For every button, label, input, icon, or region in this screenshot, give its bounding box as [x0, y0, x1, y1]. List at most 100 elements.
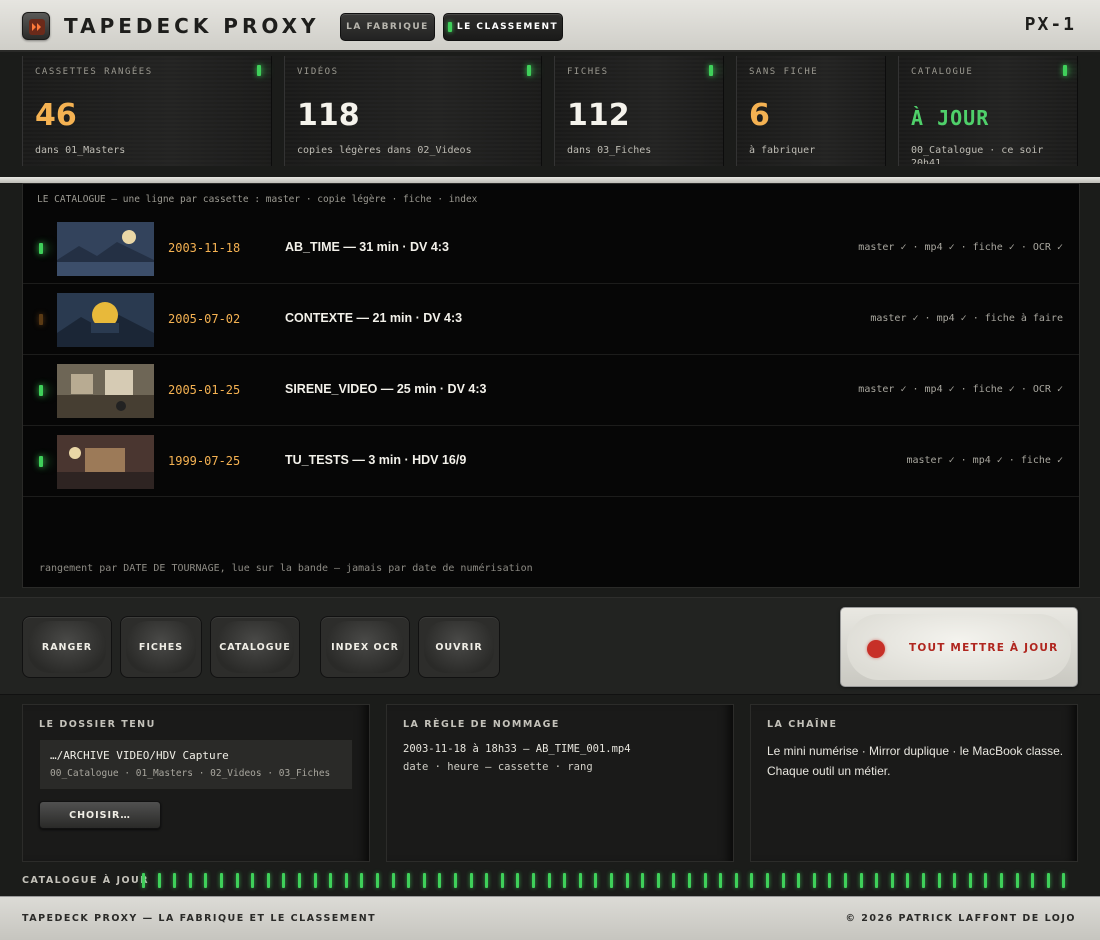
meter-segment: [173, 873, 177, 888]
meter-segment: [750, 873, 754, 888]
update-all-button[interactable]: TOUT METTRE À JOUR: [840, 607, 1078, 687]
meter-segment: [766, 873, 769, 888]
meter-segment: [204, 873, 208, 888]
button-label: RANGER: [28, 621, 106, 673]
meter-segment: [890, 873, 894, 888]
stat-card-sans-fiche: SANS FICHE 6 à fabriquer: [736, 56, 886, 166]
meter-segment: [984, 873, 988, 888]
folder-path: …/ARCHIVE VIDEO/HDV Capture: [50, 749, 229, 762]
panel-title: LE DOSSIER TENU: [39, 719, 156, 730]
chain-description: Le mini numérise · Mirror duplique · le …: [767, 744, 1064, 778]
row-status: master ✓ · mp4 ✓ · fiche ✓: [906, 455, 1063, 466]
catalogue-row[interactable]: 1999-07-25 TU_TESTS — 3 min · HDV 16/9 m…: [23, 426, 1079, 497]
stat-value: 6: [749, 98, 770, 133]
row-date: 1999-07-25: [168, 454, 241, 468]
meter-segment: [422, 873, 426, 888]
meter-segment: [1031, 873, 1035, 888]
level-meter: [142, 873, 1082, 888]
stat-card-catalogue: CATALOGUE À JOUR 00_Catalogue · ce soir …: [898, 56, 1078, 166]
button-label: OUVRIR: [424, 621, 494, 673]
stat-label: FICHES: [567, 67, 609, 77]
button-bar: RANGER FICHES CATALOGUE INDEX OCR OUVRIR…: [0, 597, 1100, 695]
row-title: AB_TIME — 31 min · DV 4:3: [285, 240, 449, 254]
meter-segment: [360, 873, 364, 888]
meter-segment: [235, 873, 239, 888]
meter-segment: [344, 873, 348, 888]
meter-segment: [391, 873, 395, 888]
row-title: CONTEXTE — 21 min · DV 4:3: [285, 311, 463, 325]
stat-label: VIDÉOS: [297, 67, 339, 77]
record-dot-icon: [867, 640, 885, 658]
catalogue-panel: LE CATALOGUE — une ligne par cassette : …: [22, 183, 1080, 588]
meter-segment: [953, 873, 957, 888]
thumbnail: [57, 435, 154, 489]
meter-segment: [188, 873, 192, 888]
meter-segment: [1000, 873, 1003, 888]
meter-segment: [812, 873, 816, 888]
status-led-icon: [39, 385, 43, 396]
led-icon: [257, 65, 261, 76]
catalogue-button[interactable]: CATALOGUE: [210, 616, 300, 678]
row-status: master ✓ · mp4 ✓ · fiche à faire: [870, 313, 1063, 324]
folder-subfolders: 00_Catalogue · 01_Masters · 02_Videos · …: [50, 768, 331, 779]
meter-segment: [1015, 873, 1019, 888]
app-logo: [22, 12, 50, 40]
meter-segment: [922, 873, 925, 888]
meter-segment: [251, 873, 255, 888]
meter-segment: [968, 873, 972, 888]
meter-segment: [859, 873, 863, 888]
meter-segment: [906, 873, 910, 888]
meter-segment: [500, 873, 504, 888]
stat-value: 112: [567, 98, 630, 133]
row-status: master ✓ · mp4 ✓ · fiche ✓ · OCR ✓: [858, 384, 1063, 395]
button-label: TOUT METTRE À JOUR: [909, 642, 1059, 654]
tab-le-classement[interactable]: LE CLASSEMENT: [443, 13, 563, 41]
stat-value: 46: [35, 98, 77, 133]
row-title: SIRENE_VIDEO — 25 min · DV 4:3: [285, 382, 487, 396]
led-icon: [709, 65, 713, 76]
tab-label: LE CLASSEMENT: [456, 22, 559, 32]
fiches-button[interactable]: FICHES: [120, 616, 202, 678]
stat-sub: dans 03_Fiches: [567, 145, 652, 156]
folder-path-box: …/ARCHIVE VIDEO/HDV Capture 00_Catalogue…: [39, 739, 353, 790]
ranger-button[interactable]: RANGER: [22, 616, 112, 678]
naming-rule-panel: LA RÈGLE DE NOMMAGE 2003-11-18 à 18h33 —…: [386, 704, 734, 862]
stat-sub: 00_Catalogue · ce soir 20h41: [911, 145, 1044, 164]
meter-segment: [1062, 873, 1066, 888]
catalogue-row[interactable]: 2005-07-02 CONTEXTE — 21 min · DV 4:3 ma…: [23, 284, 1079, 355]
panel-title: LA CHAÎNE: [767, 719, 838, 730]
dossier-panel: LE DOSSIER TENU …/ARCHIVE VIDEO/HDV Capt…: [22, 704, 370, 862]
meter-segment: [454, 873, 457, 888]
meter-segment: [532, 873, 535, 888]
ouvrir-button[interactable]: OUVRIR: [418, 616, 500, 678]
button-label: FICHES: [126, 621, 196, 673]
meter-segment: [407, 873, 411, 888]
row-title: TU_TESTS — 3 min · HDV 16/9: [285, 453, 467, 467]
row-status: master ✓ · mp4 ✓ · fiche ✓ · OCR ✓: [858, 242, 1063, 253]
meter-segment: [828, 873, 832, 888]
meter-segment: [610, 873, 613, 888]
button-cap: TOUT METTRE À JOUR: [847, 614, 1071, 680]
chain-panel: LA CHAÎNE Le mini numérise · Mirror dupl…: [750, 704, 1078, 862]
choose-folder-button[interactable]: CHOISIR…: [39, 801, 161, 829]
meter-segment: [875, 873, 879, 888]
footer-copyright: © 2026 PATRICK LAFFONT DE LOJO: [845, 913, 1076, 924]
row-date: 2005-07-02: [168, 312, 241, 326]
meter-segment: [844, 873, 847, 888]
row-date: 2005-01-25: [168, 383, 241, 397]
meter-segment: [298, 873, 301, 888]
meter-segment: [937, 873, 941, 888]
meter-segment: [656, 873, 660, 888]
catalogue-row[interactable]: 2005-01-25 SIRENE_VIDEO — 25 min · DV 4:…: [23, 355, 1079, 426]
footer: TAPEDECK PROXY — LA FABRIQUE ET LE CLASS…: [0, 896, 1100, 940]
catalogue-row[interactable]: 2003-11-18 AB_TIME — 31 min · DV 4:3 mas…: [23, 213, 1079, 284]
index-ocr-button[interactable]: INDEX OCR: [320, 616, 410, 678]
tab-la-fabrique[interactable]: LA FABRIQUE: [340, 13, 435, 41]
row-date: 2003-11-18: [168, 241, 241, 255]
thumbnail: [57, 364, 154, 418]
status-led-icon: [39, 456, 43, 467]
status-led-icon: [39, 314, 43, 325]
meter-segment: [797, 873, 801, 888]
stat-sub: copies légères dans 02_Videos: [297, 145, 472, 156]
active-led-icon: [447, 22, 452, 32]
